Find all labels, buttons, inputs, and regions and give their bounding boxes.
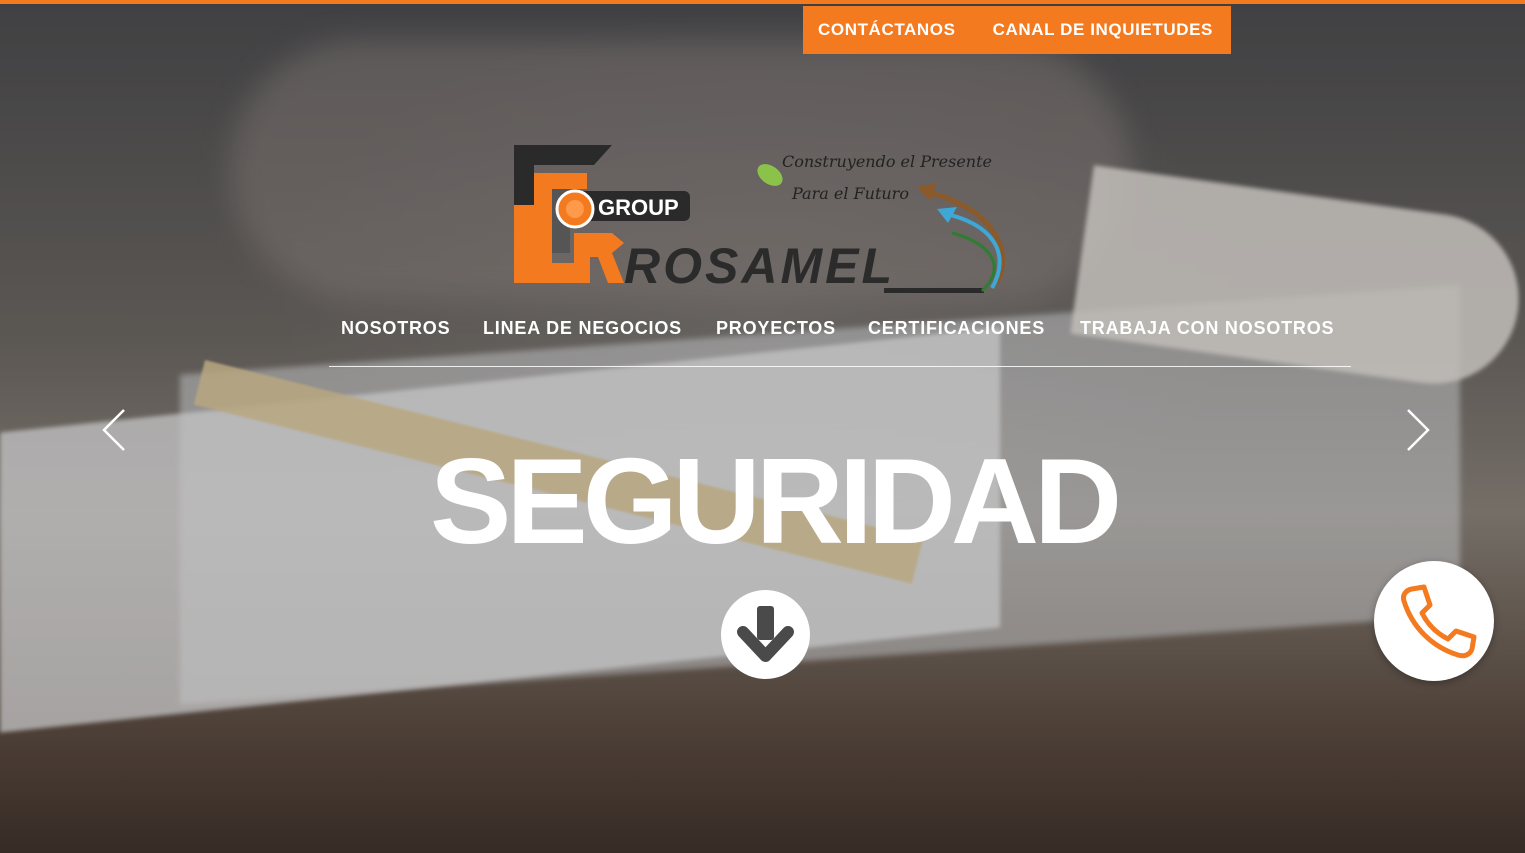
nav-item-nosotros[interactable]: NOSOTROS [341, 318, 450, 339]
main-nav: NOSOTROS LINEA DE NEGOCIOS PROYECTOS CER… [329, 318, 1351, 367]
arrow-down-icon [737, 606, 794, 662]
logo-name-text: ROSAMEL [624, 238, 895, 294]
logo-tagline-line2: Para el Futuro [791, 184, 909, 203]
chevron-right-icon[interactable] [1402, 408, 1432, 452]
top-links: CONTÁCTANOS CANAL DE INQUIETUDES [803, 6, 1231, 54]
nav-item-certificaciones[interactable]: CERTIFICACIONES [868, 318, 1045, 339]
contact-link[interactable]: CONTÁCTANOS [818, 20, 956, 40]
nav-item-trabaja-con-nosotros[interactable]: TRABAJA CON NOSOTROS [1080, 318, 1334, 339]
hero-title: SEGURIDAD [430, 433, 1122, 569]
hero-background [0, 0, 1525, 853]
scroll-down-button[interactable] [721, 590, 810, 679]
chevron-left-icon[interactable] [100, 408, 130, 452]
concerns-channel-link[interactable]: CANAL DE INQUIETUDES [993, 20, 1213, 40]
logo-tagline-line1: Construyendo el Presente [782, 152, 992, 171]
logo-group-text: GROUP [598, 195, 679, 220]
rosamel-logo[interactable]: GROUP ROSAMEL Construyendo el Presente P… [512, 143, 1017, 295]
phone-icon [1401, 584, 1477, 659]
nav-item-proyectos[interactable]: PROYECTOS [716, 318, 836, 339]
top-accent-bar [0, 0, 1525, 4]
call-button[interactable] [1374, 561, 1494, 681]
nav-item-linea-de-negocios[interactable]: LINEA DE NEGOCIOS [483, 318, 682, 339]
